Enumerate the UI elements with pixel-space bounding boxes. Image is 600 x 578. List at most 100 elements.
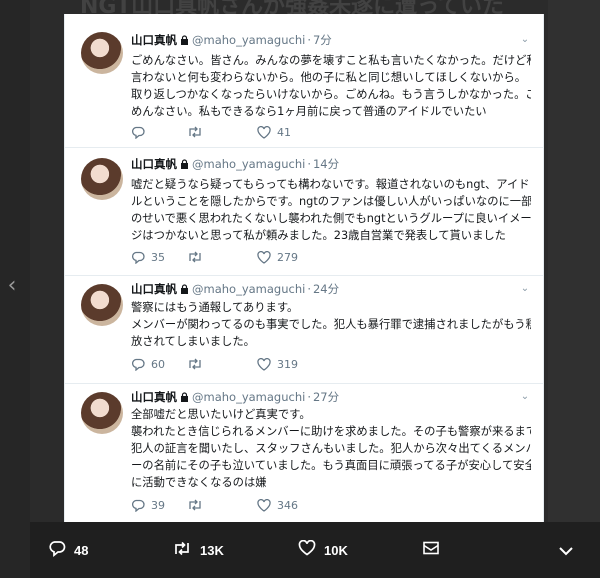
display-name[interactable]: 山口真帆 [131, 32, 177, 48]
media-stats-bar: 48 13K 10K [30, 522, 600, 578]
reply-icon [131, 251, 145, 264]
lock-icon [180, 392, 189, 402]
tweet-header: 山口真帆 @maho_yamaguchi · 24分 [131, 281, 339, 297]
reply-count: 35 [151, 250, 165, 264]
tweet-thread: 山口真帆 @maho_yamaguchi · 7分 ⌄ ごめんなさい。皆さん。み… [64, 14, 544, 522]
handle[interactable]: @maho_yamaguchi [192, 389, 305, 405]
handle[interactable]: @maho_yamaguchi [192, 156, 305, 172]
tweet-item[interactable]: 山口真帆 @maho_yamaguchi · 7分 ⌄ ごめんなさい。皆さん。み… [65, 14, 543, 148]
tweet-line: メンバーが関わってるのも事実でした。犯人も暴行罪で逮捕されましたがもう釈 [131, 318, 531, 331]
separator-dot: · [307, 157, 311, 171]
tweet-line: ジはつかないと思って私が頼みました。23歳自営業で発表して貰いました [131, 229, 506, 242]
lock-icon [180, 159, 189, 169]
retweet-icon [187, 358, 203, 370]
like-button[interactable]: 319 [257, 356, 317, 372]
lock-icon [180, 35, 189, 45]
heart-icon [257, 250, 271, 264]
tweet-actions: 35 279 [131, 249, 317, 265]
timestamp[interactable]: 24分 [313, 281, 339, 297]
like-count: 346 [277, 498, 298, 512]
tweet-line: 取り返しつかなくなったらいけないから。ごめんね。もう言うしかなかった。ご [131, 88, 531, 101]
reply-count: 60 [151, 357, 165, 371]
handle[interactable]: @maho_yamaguchi [192, 281, 305, 297]
timestamp[interactable]: 14分 [313, 156, 339, 172]
reply-icon [48, 540, 66, 561]
background-headline: NGT山口真帆さんが強姦未遂に遭っていた [80, 0, 504, 14]
lock-icon [180, 284, 189, 294]
more-chevron-down-button[interactable] [558, 541, 574, 559]
previous-chevron-left-icon[interactable]: ‹ [2, 274, 22, 298]
retweet-button[interactable] [187, 249, 257, 265]
like-count: 319 [277, 357, 298, 371]
tweet-header: 山口真帆 @maho_yamaguchi · 27分 [131, 389, 339, 405]
tweet-text: 嘘だと疑うなら疑ってもらっても構わないです。報道されないのもngt、アイド ルと… [131, 176, 531, 244]
heart-icon [298, 539, 316, 560]
separator-dot: · [307, 282, 311, 296]
avatar[interactable] [81, 32, 123, 74]
tweet-item[interactable]: 山口真帆 @maho_yamaguchi · 14分 嘘だと疑うなら疑ってもらっ… [65, 148, 543, 276]
retweet-stat-button[interactable]: 13K [172, 541, 224, 559]
tweet-text: ごめんなさい。皆さん。みんなの夢を壊すこと私も言いたくなかった。だけど私が 言わ… [131, 52, 531, 120]
tweet-line: 犯人の証言を聞いたし、スタッフさんもいました。犯人から次々出てくるメンバ [131, 442, 531, 455]
tweet-line: ルということを隠したからです。ngtのファンは優しい人がいっぱいなのに一部 [131, 195, 531, 208]
reply-icon [131, 358, 145, 371]
tweet-line: のせいで悪く思われたくないし襲われた側でもngtというグループに良いイメー [131, 212, 531, 225]
tweet-header: 山口真帆 @maho_yamaguchi · 7分 [131, 32, 332, 48]
like-total: 10K [324, 542, 348, 558]
tweet-actions: 60 319 [131, 356, 317, 372]
handle[interactable]: @maho_yamaguchi [192, 32, 305, 48]
like-button[interactable]: 41 [257, 124, 317, 140]
like-button[interactable]: 279 [257, 249, 317, 265]
tweet-header: 山口真帆 @maho_yamaguchi · 14分 [131, 156, 339, 172]
tweet-line: めんなさい。私もできるなら1ヶ月前に戻って普通のアイドルでいたい [131, 105, 487, 118]
tweet-line: 襲われたとき信じられるメンバーに助けを求めました。その子も警察が来るまで [131, 425, 531, 438]
timestamp[interactable]: 7分 [313, 32, 332, 48]
tweet-actions: 41 [131, 124, 317, 140]
tweet-line: 嘘だと疑うなら疑ってもらっても構わないです。報道されないのもngt、アイド [131, 178, 530, 191]
heart-icon [257, 125, 271, 139]
heart-icon [257, 498, 271, 512]
display-name[interactable]: 山口真帆 [131, 389, 177, 405]
retweet-button[interactable] [187, 124, 257, 140]
retweet-button[interactable] [187, 497, 257, 513]
reply-button[interactable] [131, 124, 187, 140]
retweet-total: 13K [200, 542, 224, 558]
reply-stat-button[interactable]: 48 [48, 540, 89, 561]
avatar[interactable] [81, 158, 123, 200]
reply-button[interactable]: 60 [131, 356, 187, 372]
background-right-panel [548, 0, 600, 578]
reply-total: 48 [74, 542, 89, 558]
heart-icon [257, 357, 271, 371]
avatar[interactable] [81, 284, 123, 326]
tweet-item[interactable]: 山口真帆 @maho_yamaguchi · 24分 ⌄ 警察にはもう通報してあ… [65, 276, 543, 384]
chevron-down-icon[interactable]: ⌄ [519, 283, 531, 295]
tweet-line: ーの名前にその子も泣いていました。もう真面目に頑張ってる子が安心して安全 [131, 459, 531, 472]
tweet-item[interactable]: 山口真帆 @maho_yamaguchi · 27分 ⌄ 全部嘘だと思いたいけど… [65, 384, 543, 522]
tweet-text: 警察にはもう通報してあります。 メンバーが関わってるのも事実でした。犯人も暴行罪… [131, 299, 531, 350]
envelope-icon [422, 540, 440, 560]
tweet-line: 放されてしまいました。 [131, 335, 255, 348]
tweet-line: 警察にはもう通報してあります。 [131, 301, 299, 314]
tweet-line: 言わないと何も変わらないから。他の子に私と同じ想いしてほしくないから。 [131, 71, 527, 84]
retweet-icon [172, 541, 192, 560]
direct-message-button[interactable] [422, 541, 440, 559]
reply-count: 39 [151, 498, 165, 512]
timestamp[interactable]: 27分 [313, 389, 339, 405]
like-count: 41 [277, 125, 291, 139]
reply-button[interactable]: 39 [131, 497, 187, 513]
retweet-icon [187, 126, 203, 138]
chevron-down-icon[interactable]: ⌄ [519, 34, 531, 46]
retweet-icon [187, 499, 203, 511]
retweet-button[interactable] [187, 356, 257, 372]
like-count: 279 [277, 250, 298, 264]
tweet-text: 全部嘘だと思いたいけど真実です。 襲われたとき信じられるメンバーに助けを求めまし… [131, 406, 531, 491]
like-stat-button[interactable]: 10K [298, 539, 348, 560]
reply-button[interactable]: 35 [131, 249, 187, 265]
chevron-down-icon[interactable]: ⌄ [519, 391, 531, 403]
separator-dot: · [307, 390, 311, 404]
like-button[interactable]: 346 [257, 497, 317, 513]
reply-icon [131, 126, 145, 139]
display-name[interactable]: 山口真帆 [131, 156, 177, 172]
display-name[interactable]: 山口真帆 [131, 281, 177, 297]
avatar[interactable] [81, 392, 123, 434]
